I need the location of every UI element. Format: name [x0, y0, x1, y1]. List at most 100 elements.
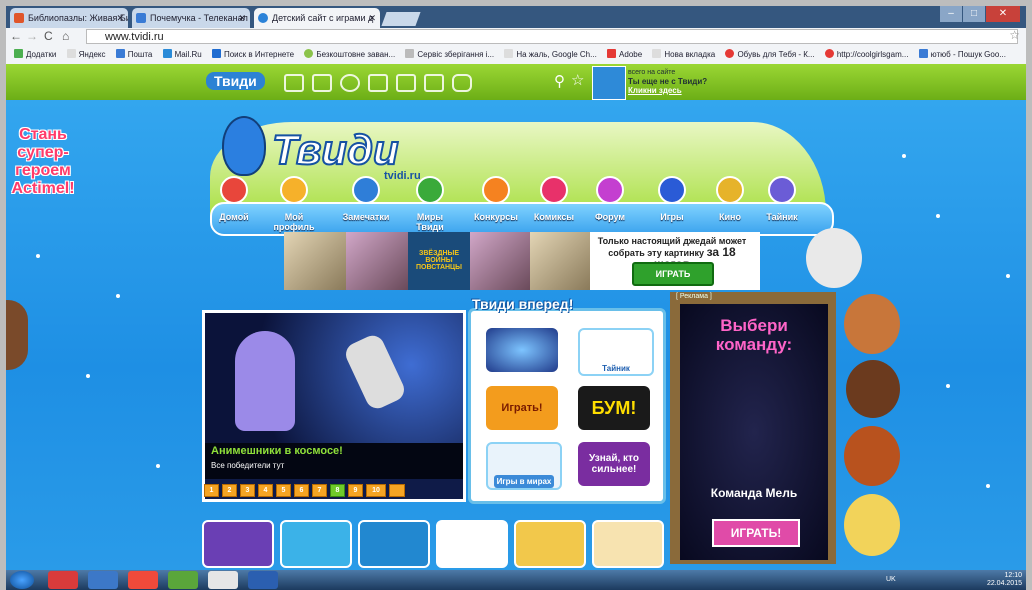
news-slider[interactable]: Анимешники в космосе! Все победители тут	[202, 310, 466, 502]
nav-item-contests[interactable]: Конкурсы	[468, 176, 524, 222]
close-icon[interactable]: ✕	[368, 8, 376, 28]
notes-icon[interactable]	[312, 74, 332, 92]
yandex-browser-icon[interactable]	[128, 571, 158, 589]
hideout-tile[interactable]: Тайник	[578, 328, 654, 376]
maximize-button[interactable]: □	[963, 6, 985, 22]
bookmark-star-icon[interactable]: ☆	[1009, 28, 1020, 42]
site-logo[interactable]: Твиди	[271, 125, 400, 174]
gamepad-icon[interactable]	[452, 74, 472, 92]
bookmark-item[interactable]: Сервіс зберігання і...	[405, 46, 494, 64]
bookmark-item[interactable]: Поиск в Интернете	[211, 46, 294, 64]
page-button[interactable]: 5	[276, 484, 291, 497]
who-stronger-tile[interactable]: Узнай, кто сильнее!	[578, 442, 650, 486]
nav-label: Тайник	[766, 212, 798, 222]
clock[interactable]: 12:10 22.04.2015	[987, 572, 1022, 588]
ad-play-button[interactable]: ИГРАТЬ	[632, 262, 714, 286]
bookmark-item[interactable]: http://coolgirlsgam...	[824, 46, 908, 64]
globe-icon[interactable]	[340, 74, 360, 92]
media-player-icon[interactable]	[88, 571, 118, 589]
bookmark-item[interactable]: Adobe	[607, 46, 642, 64]
chrome-icon[interactable]	[208, 571, 238, 589]
window-close-button[interactable]: ✕	[986, 6, 1020, 22]
slide-caption: Анимешники в космосе! Все победители тут	[205, 443, 463, 479]
nav-item-worlds[interactable]: Миры Твиди	[402, 176, 458, 232]
planet-tile[interactable]	[486, 328, 558, 372]
nav-item-home[interactable]: Домой	[206, 176, 262, 222]
tv-icon[interactable]	[284, 74, 304, 92]
nav-item-forum[interactable]: Форум	[582, 176, 638, 222]
avatar[interactable]	[592, 66, 626, 100]
slide-title[interactable]: Анимешники в космосе!	[211, 445, 343, 457]
nav-item-hideout[interactable]: Тайник	[754, 176, 810, 222]
page-button[interactable]: 2	[222, 484, 237, 497]
tab-pochemuchka[interactable]: Почемучка - Телеканал ✕	[132, 8, 250, 28]
login-link[interactable]: Кликни здесь	[628, 86, 682, 95]
game-thumbnail[interactable]	[202, 520, 274, 568]
nav-item-cinema[interactable]: Кино	[702, 176, 758, 222]
page-button[interactable]: 3	[240, 484, 255, 497]
starwars-ad-banner[interactable]: ЗВЁЗДНЫЕ ВОЙНЫ ПОВСТАНЦЫ Только настоящи…	[284, 232, 760, 290]
bookmark-item[interactable]: Mail.Ru	[162, 46, 202, 64]
address-bar[interactable]: www.tvidi.ru	[86, 29, 1018, 44]
tab-tvidi[interactable]: Детский сайт с играми д ✕	[254, 8, 380, 28]
new-tab-button[interactable]	[381, 12, 421, 26]
start-button[interactable]	[10, 571, 34, 589]
bookmark-item[interactable]: На жаль, Google Ch...	[504, 46, 597, 64]
nav-item-games[interactable]: Игры	[644, 176, 700, 222]
download-icon	[304, 49, 314, 58]
tab-biblio[interactable]: Библиопазлы: Живая Би ✕	[10, 8, 128, 28]
bookmark-item[interactable]: Додатки	[14, 46, 56, 64]
nav-item-comics[interactable]: Комиксы	[526, 176, 582, 222]
bookmark-item[interactable]: Пошта	[115, 46, 152, 64]
page-button[interactable]: 9	[348, 484, 363, 497]
close-icon[interactable]: ✕	[116, 8, 124, 28]
game-thumbnail[interactable]	[514, 520, 586, 568]
bookmark-item[interactable]: ютюб - Пошук Goo...	[918, 46, 1006, 64]
game-thumbnail[interactable]	[280, 520, 352, 568]
topbar-logo[interactable]: Твиди	[206, 72, 265, 90]
bookmark-item[interactable]: Нова вкладка	[652, 46, 715, 64]
actimel-promo[interactable]: Стань супер-героем Actimel!	[8, 126, 78, 198]
boom-tile[interactable]: БУМ!	[578, 386, 650, 430]
minimize-button[interactable]: –	[940, 6, 962, 22]
comics-icon[interactable]	[396, 74, 416, 92]
house-icon	[220, 176, 248, 204]
bookmark-item[interactable]: Яндекс	[66, 46, 106, 64]
page-button[interactable]: 1	[204, 484, 219, 497]
comic-burst-icon	[540, 176, 568, 204]
yandex-icon[interactable]	[48, 571, 78, 589]
world-games-tile[interactable]: Игры в мирах	[486, 442, 562, 490]
search-icon[interactable]: ⚲	[554, 72, 565, 90]
search-icon	[918, 49, 928, 58]
nav-item-notes[interactable]: Замечатки	[338, 176, 394, 222]
reload-icon[interactable]: C	[44, 29, 53, 43]
bookmark-item[interactable]: Обувь для Тебя - К...	[725, 46, 815, 64]
contests-icon[interactable]	[368, 74, 388, 92]
page-button[interactable]: 4	[258, 484, 273, 497]
home-icon[interactable]: ⌂	[62, 29, 69, 43]
forum-icon[interactable]	[424, 74, 444, 92]
utorrent-icon[interactable]	[168, 571, 198, 589]
nav-item-profile[interactable]: Мой профиль	[266, 176, 322, 232]
gamepad-icon	[658, 176, 686, 204]
bookmark-item[interactable]: Безкоштовне заван...	[304, 46, 395, 64]
star-icon[interactable]: ☆	[571, 71, 584, 89]
forward-icon[interactable]: →	[26, 29, 38, 43]
close-icon[interactable]: ✕	[238, 8, 246, 28]
page-button-active[interactable]: 8	[330, 484, 345, 497]
page-button[interactable]: 10	[366, 484, 386, 497]
right-ad-play-button[interactable]: ИГРАТЬ!	[712, 519, 800, 547]
language-indicator[interactable]: UK	[886, 576, 896, 583]
game-thumbnail[interactable]	[436, 520, 508, 568]
notes-icon	[352, 176, 380, 204]
word-icon[interactable]	[248, 571, 278, 589]
apps-icon	[14, 49, 23, 58]
page-button[interactable]: 6	[294, 484, 309, 497]
right-ad-team: Команда Мель	[710, 486, 798, 500]
game-thumbnail[interactable]	[592, 520, 664, 568]
back-icon[interactable]: ←	[10, 29, 22, 43]
page-button[interactable]: 7	[312, 484, 327, 497]
game-thumbnail[interactable]	[358, 520, 430, 568]
next-page-button[interactable]	[389, 484, 405, 497]
play-tile[interactable]: Играть!	[486, 386, 558, 430]
